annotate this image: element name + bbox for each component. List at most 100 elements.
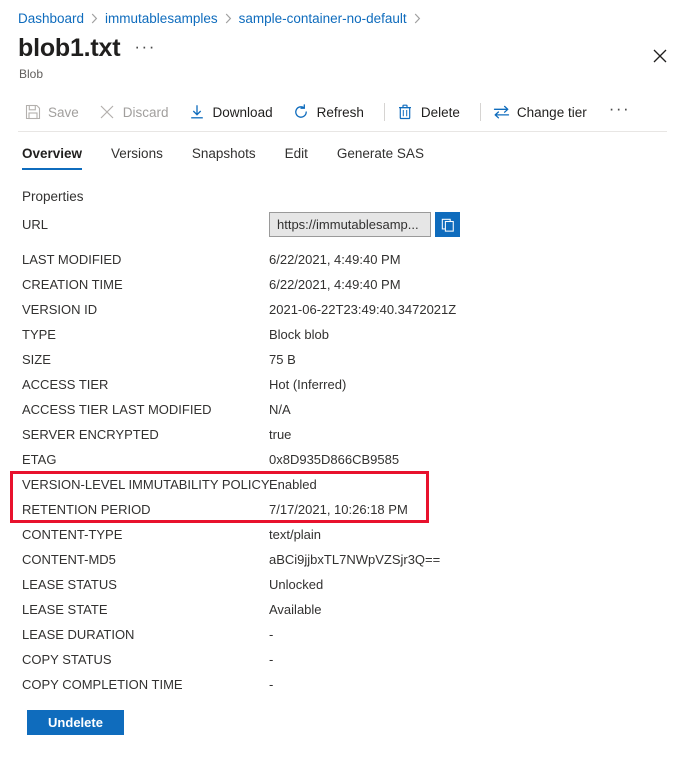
toolbar-button-label: Change tier [517,105,587,120]
property-key: TYPE [22,327,269,342]
property-row: SERVER ENCRYPTEDtrue [22,422,492,447]
property-value: Available [269,602,322,617]
property-row: VERSION ID2021-06-22T23:49:40.3472021Z [22,297,492,322]
page-subtitle: Blob [19,67,43,81]
toolbar-overflow-icon[interactable]: ··· [605,99,634,119]
tab-generate-sas[interactable]: Generate SAS [337,146,424,170]
property-key: COPY STATUS [22,652,269,667]
property-key: CREATION TIME [22,277,269,292]
toolbar-divider [480,103,481,121]
property-key: CONTENT-MD5 [22,552,269,567]
property-row: ETAG0x8D935D866CB9585 [22,447,492,472]
toolbar-button-refresh[interactable]: Refresh [291,97,374,127]
breadcrumb-link-0[interactable]: Dashboard [18,11,84,26]
page-title: blob1.txt [18,36,120,61]
close-icon[interactable] [645,41,675,71]
property-key: VERSION-LEVEL IMMUTABILITY POLICY [22,477,269,492]
toolbar-button-label: Delete [421,105,460,120]
property-row: VERSION-LEVEL IMMUTABILITY POLICYEnabled [22,472,492,497]
property-value: true [269,427,291,442]
azure-blob-overview-page: Dashboard immutablesamples sample-containe… [0,0,685,757]
property-key: LEASE DURATION [22,627,269,642]
property-value: Hot (Inferred) [269,377,346,392]
property-value: 7/17/2021, 10:26:18 PM [269,502,408,517]
property-key: LEASE STATE [22,602,269,617]
property-value: - [269,652,273,667]
property-value: N/A [269,402,291,417]
property-value: 2021-06-22T23:49:40.3472021Z [269,302,456,317]
property-key: COPY COMPLETION TIME [22,677,269,692]
properties-heading: Properties [22,189,84,204]
download-icon [189,104,206,121]
property-row: CONTENT-TYPEtext/plain [22,522,492,547]
save-icon [24,104,41,121]
property-row: ACCESS TIERHot (Inferred) [22,372,492,397]
property-value: Enabled [269,477,317,492]
property-row: TYPEBlock blob [22,322,492,347]
property-row: LEASE STATUSUnlocked [22,572,492,597]
tab-versions[interactable]: Versions [111,146,163,170]
property-key: VERSION ID [22,302,269,317]
chevron-right-icon [91,13,98,24]
toolbar-button-label: Discard [123,105,169,120]
url-row: URL [22,212,492,240]
url-label: URL [22,217,48,232]
undelete-button[interactable]: Undelete [27,710,124,735]
property-value: 6/22/2021, 4:49:40 PM [269,252,401,267]
page-title-row: blob1.txt ··· [18,36,156,61]
breadcrumb-link-1[interactable]: immutablesamples [105,11,218,26]
toolbar-button-label: Download [213,105,273,120]
properties-list: LAST MODIFIED6/22/2021, 4:49:40 PMCREATI… [22,247,492,697]
property-row: SIZE75 B [22,347,492,372]
property-key: SERVER ENCRYPTED [22,427,269,442]
property-row: ACCESS TIER LAST MODIFIEDN/A [22,397,492,422]
title-more-menu-icon[interactable]: ··· [134,38,155,55]
tab-bar: Overview Versions Snapshots Edit Generate SA… [22,146,453,170]
toolbar-button-label: Refresh [317,105,364,120]
property-row: CONTENT-MD5aBCi9jjbxTL7NWpVZSjr3Q== [22,547,492,572]
breadcrumb: Dashboard immutablesamples sample-containe… [18,11,428,26]
toolbar-divider [384,103,385,121]
property-value: Block blob [269,327,329,342]
toolbar-button-delete[interactable]: Delete [395,97,470,127]
property-row: LAST MODIFIED6/22/2021, 4:49:40 PM [22,247,492,272]
tab-edit[interactable]: Edit [285,146,308,170]
tab-overview[interactable]: Overview [22,146,82,170]
toolbar-button-label: Save [48,105,79,120]
property-key: LEASE STATUS [22,577,269,592]
change-tier-icon [493,104,510,121]
property-key: ACCESS TIER [22,377,269,392]
property-key: LAST MODIFIED [22,252,269,267]
toolbar-button-discard: Discard [97,97,179,127]
property-row: LEASE STATEAvailable [22,597,492,622]
property-value: 75 B [269,352,296,367]
url-input[interactable] [269,212,431,237]
property-row: LEASE DURATION- [22,622,492,647]
property-key: CONTENT-TYPE [22,527,269,542]
command-bar-divider [18,131,667,132]
property-key: ETAG [22,452,269,467]
property-value: 0x8D935D866CB9585 [269,452,399,467]
toolbar-button-save: Save [22,97,89,127]
property-row: COPY COMPLETION TIME- [22,672,492,697]
property-key: SIZE [22,352,269,367]
chevron-right-icon [414,13,421,24]
property-row: CREATION TIME6/22/2021, 4:49:40 PM [22,272,492,297]
property-value: text/plain [269,527,321,542]
refresh-icon [293,104,310,121]
property-value: Unlocked [269,577,323,592]
delete-icon [397,104,414,121]
property-value: 6/22/2021, 4:49:40 PM [269,277,401,292]
property-value: - [269,627,273,642]
toolbar-button-change-tier[interactable]: Change tier [491,97,597,127]
property-value: aBCi9jjbxTL7NWpVZSjr3Q== [269,552,440,567]
discard-icon [99,104,116,121]
tab-snapshots[interactable]: Snapshots [192,146,256,170]
toolbar-button-download[interactable]: Download [187,97,283,127]
chevron-right-icon [225,13,232,24]
copy-icon[interactable] [435,212,460,237]
property-row: COPY STATUS- [22,647,492,672]
command-bar: Save Discard Download Refresh Delete Change t… [22,97,634,127]
property-row: RETENTION PERIOD7/17/2021, 10:26:18 PM [22,497,492,522]
breadcrumb-link-2[interactable]: sample-container-no-default [239,11,407,26]
